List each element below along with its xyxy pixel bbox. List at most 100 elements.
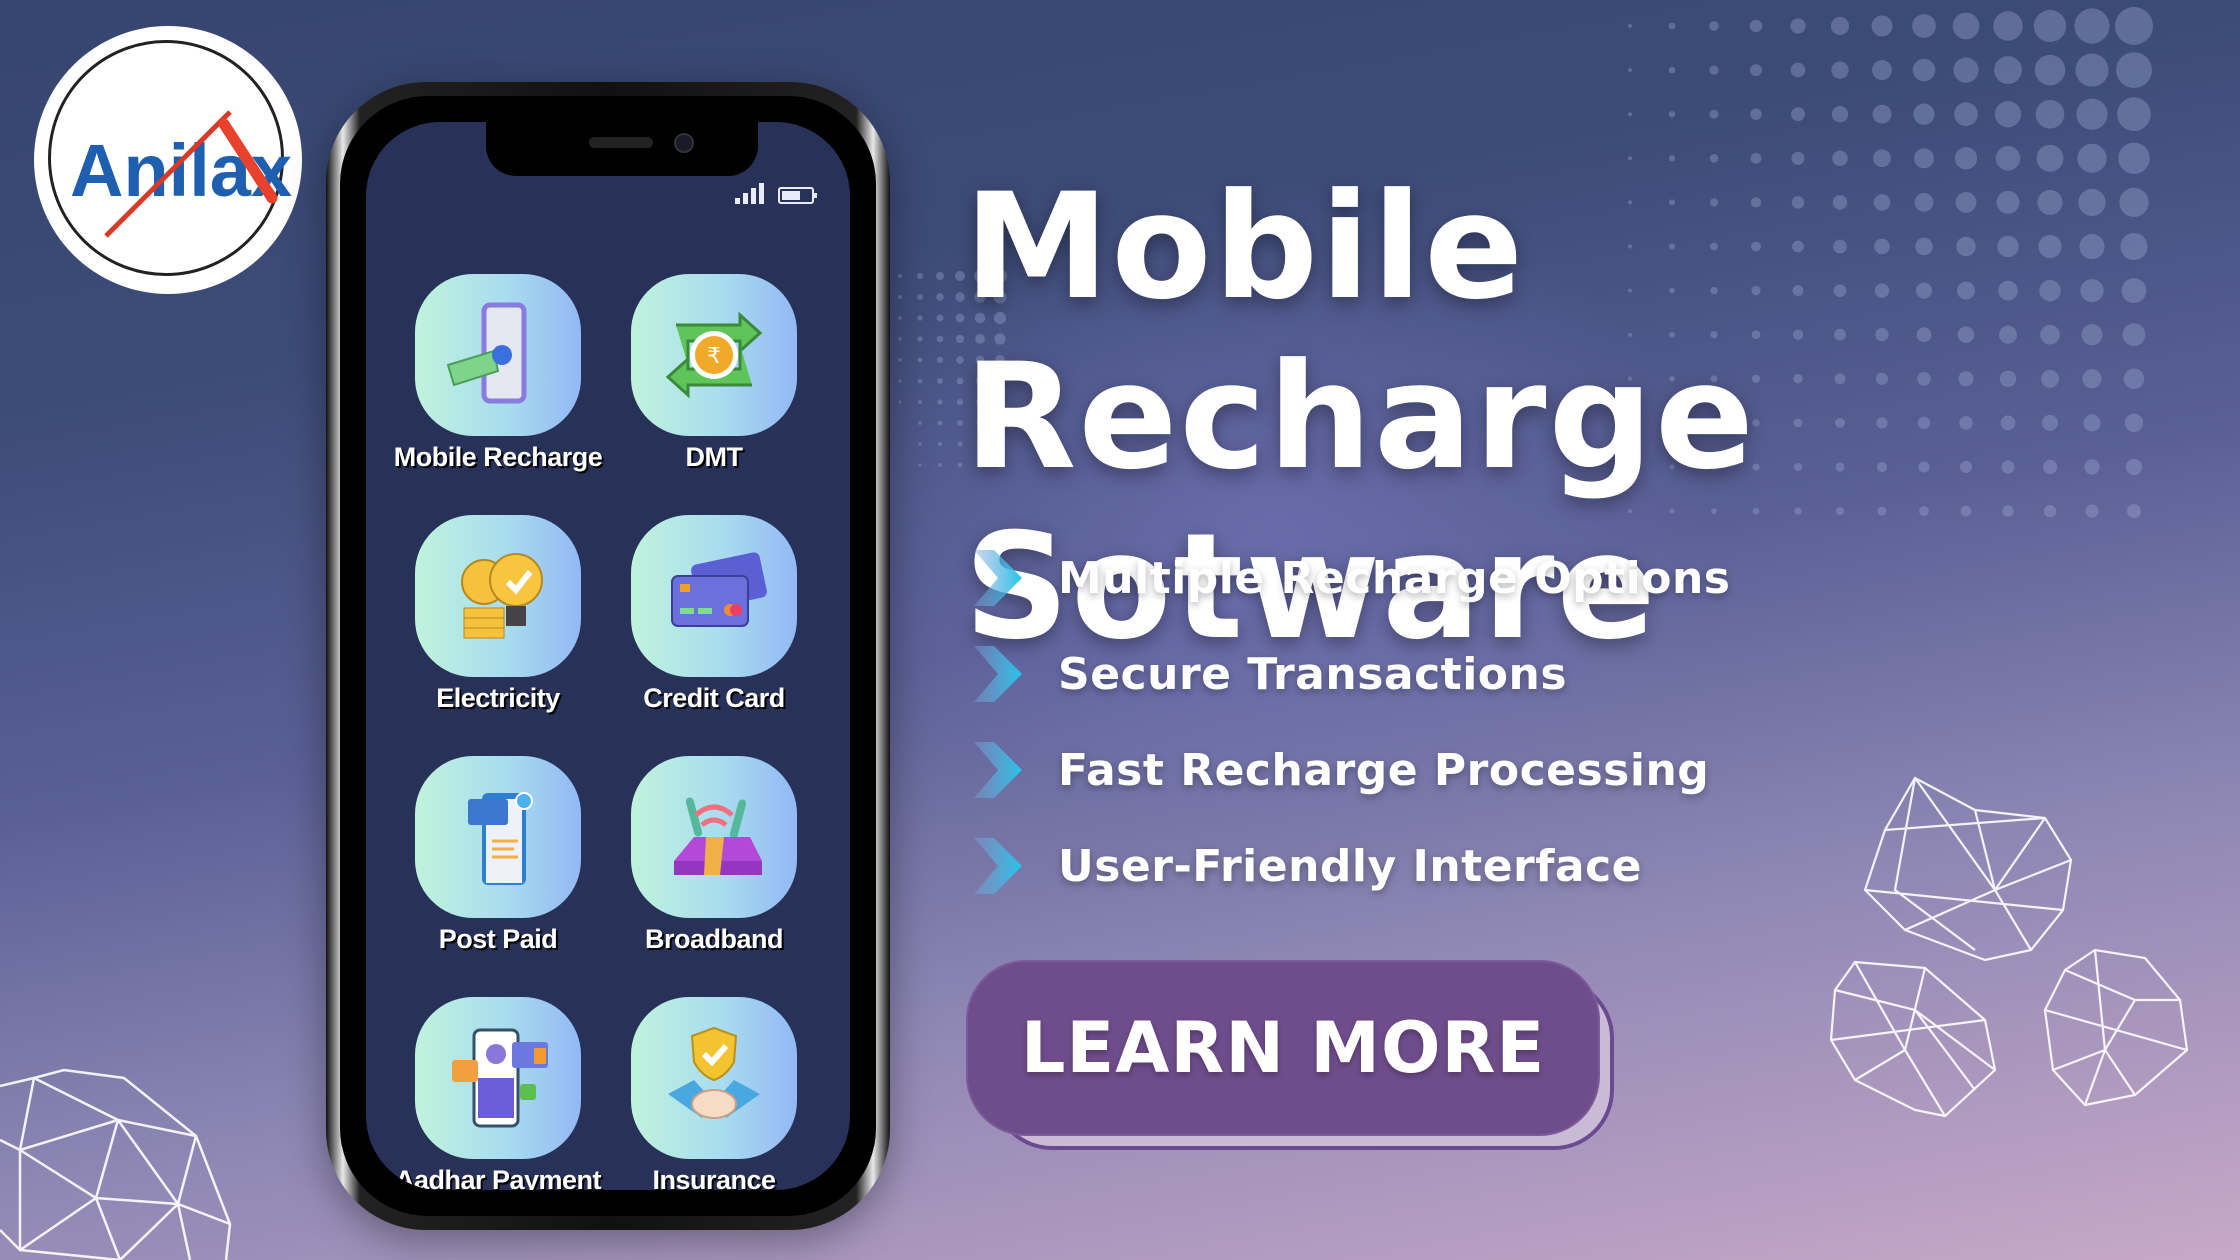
dot (2116, 52, 2152, 89)
brand-logo[interactable]: Anilax (34, 26, 302, 294)
dot (1994, 56, 2022, 85)
phone-notch (486, 122, 758, 176)
wireframe-sphere-icon (0, 1068, 232, 1260)
app-tile-post-paid[interactable]: Post Paid (390, 756, 606, 955)
dot (937, 441, 943, 447)
signal-bar (751, 188, 756, 204)
app-tile-broadband[interactable]: Broadband (606, 756, 822, 955)
dot (1913, 103, 1935, 125)
app-icon-bg (415, 756, 581, 918)
front-camera (674, 133, 694, 153)
app-icon-bg (631, 756, 797, 918)
battery-icon (778, 187, 817, 204)
app-tile-aadhar-payment[interactable]: Aadhar Payment (390, 997, 606, 1190)
app-icon-bg (415, 274, 581, 436)
dot (957, 420, 963, 426)
dot (936, 335, 944, 343)
signal-icon (735, 182, 764, 204)
dot (1912, 14, 1936, 38)
app-tile-mobile-recharge[interactable]: Mobile Recharge (390, 274, 606, 473)
dot (1668, 66, 1676, 74)
dot (956, 377, 964, 385)
app-label: Aadhar Payment (394, 1165, 602, 1190)
dot (2075, 53, 2109, 87)
dot (917, 336, 923, 342)
dot (1668, 155, 1676, 162)
app-tile-insurance[interactable]: Insurance (606, 997, 822, 1190)
dot (1750, 64, 1762, 77)
dot (937, 378, 943, 384)
feature-text: User-Friendly Interface (1058, 840, 1643, 892)
dot (1831, 61, 1849, 79)
dot (1750, 108, 1762, 120)
bill-receipt-icon (468, 792, 533, 885)
feature-text: Multiple Recharge Options (1058, 552, 1731, 604)
dot (917, 357, 923, 363)
dot (937, 420, 943, 426)
signal-bar (743, 193, 748, 204)
dot (937, 399, 943, 405)
dot (1953, 57, 1979, 83)
app-tile-electricity[interactable]: Electricity (390, 515, 606, 714)
speaker-grille (589, 137, 653, 148)
app-label: Electricity (436, 683, 560, 713)
app-tile-dmt[interactable]: ₹ DMT (606, 274, 822, 473)
dot (898, 316, 902, 320)
phone-cash-icon (446, 302, 527, 404)
dot (1831, 106, 1849, 123)
app-icon-bg: ₹ (631, 274, 797, 436)
dot (2034, 54, 2066, 86)
feature-item: Fast Recharge Processing (968, 722, 1730, 818)
svg-text:₹: ₹ (707, 344, 721, 369)
fingerprint-login-icon (452, 1028, 548, 1128)
dot (918, 421, 922, 425)
dot (1668, 110, 1676, 118)
dot (898, 358, 902, 362)
dot (1872, 60, 1892, 81)
app-label: Insurance (652, 1165, 776, 1190)
app-grid: Mobile Recharge ₹ DMT Electricity Credit Car… (366, 274, 850, 1190)
dot (1628, 24, 1632, 28)
dot (1709, 21, 1719, 31)
phone-bezel: Mobile Recharge ₹ DMT Electricity Credit Car… (340, 96, 876, 1216)
dot (1872, 104, 1892, 124)
dot (917, 378, 923, 384)
dot (1790, 62, 1806, 78)
dot (2076, 98, 2108, 130)
wifi-router-icon (674, 797, 762, 875)
dot (956, 398, 964, 406)
title-line-1: Mobile Recharge (964, 162, 1756, 502)
dot (1952, 12, 1980, 40)
app-icon-bg (415, 997, 581, 1159)
bulb-coins-icon (461, 553, 543, 639)
dot (1871, 15, 1893, 37)
dot (917, 399, 923, 405)
phone-mockup: Mobile Recharge ₹ DMT Electricity Credit Car… (326, 82, 890, 1230)
chevron-right-icon (974, 838, 1022, 894)
dot (2115, 7, 2153, 45)
wireframe-rocks-icon (1829, 776, 2189, 1118)
app-label: Mobile Recharge (393, 442, 603, 472)
signal-bar (759, 183, 764, 204)
dot (1954, 102, 1978, 127)
dot (955, 334, 965, 344)
credit-card-icon (671, 552, 767, 627)
app-icon-bg (415, 515, 581, 677)
dot (936, 356, 944, 364)
dot (898, 274, 902, 278)
feature-text: Secure Transactions (1058, 648, 1568, 700)
dot (936, 272, 944, 280)
chevron-right-icon (974, 550, 1022, 606)
feature-item: User-Friendly Interface (968, 818, 1730, 914)
phone-screen: Mobile Recharge ₹ DMT Electricity Credit Car… (366, 122, 850, 1190)
learn-more-button[interactable]: LEARN MORE (966, 960, 1600, 1136)
app-tile-credit-card[interactable]: Credit Card (606, 515, 822, 714)
rupee-transfer-icon: ₹ (665, 311, 763, 399)
dot (2074, 8, 2110, 44)
feature-item: Secure Transactions (968, 626, 1730, 722)
dot (898, 337, 902, 341)
dot (898, 295, 902, 299)
feature-list: Multiple Recharge Options Secure Transact… (968, 530, 1730, 914)
dot (1628, 68, 1632, 73)
dot (917, 294, 923, 300)
